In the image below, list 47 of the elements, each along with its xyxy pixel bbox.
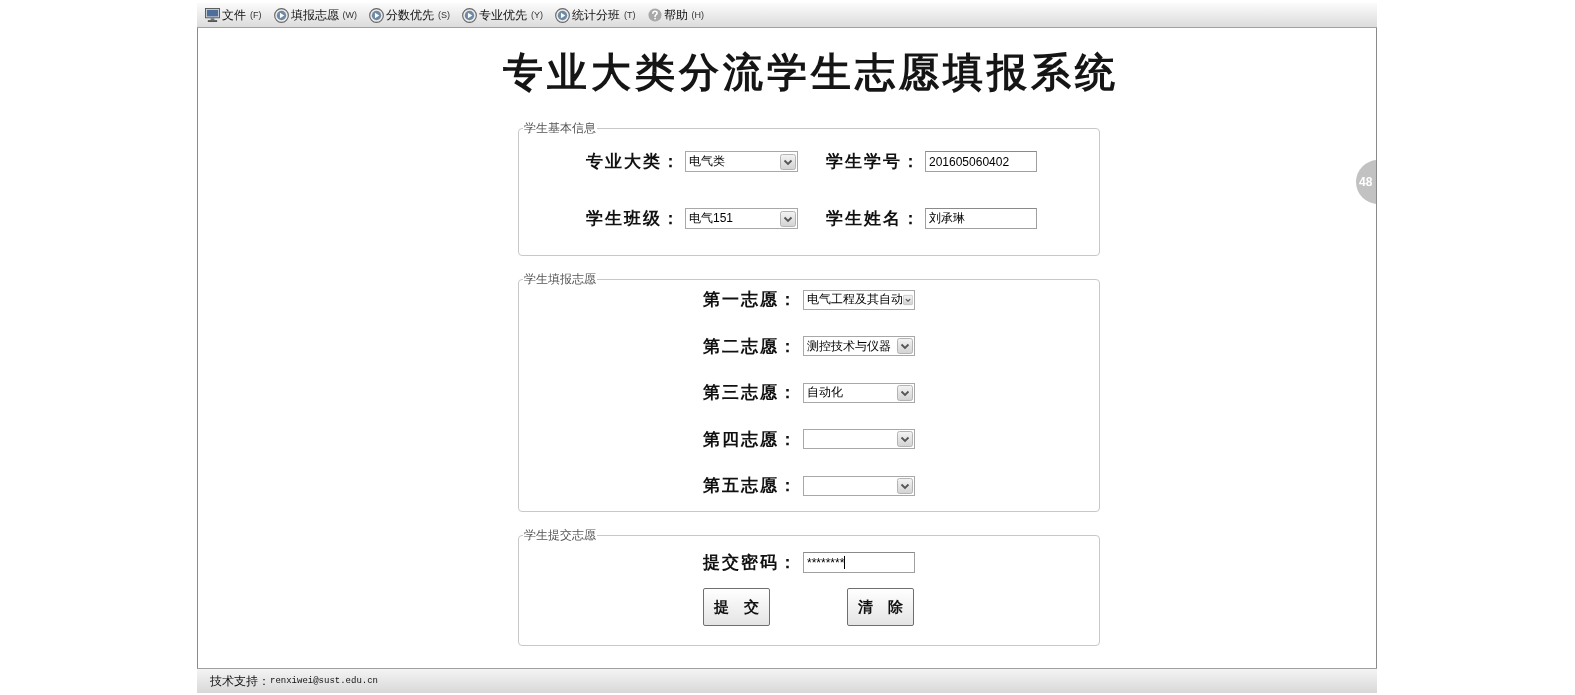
- play-circle-icon: [462, 7, 477, 23]
- menu-item[interactable]: 统计分班 (T): [555, 6, 636, 24]
- panel-legend: 学生提交志愿: [523, 528, 597, 542]
- submit-button[interactable]: 提 交: [703, 588, 770, 626]
- field-label: 学生班级：: [585, 208, 681, 229]
- menu-item[interactable]: 填报志愿 (W): [273, 6, 357, 24]
- choice-label: 第五志愿：: [702, 475, 798, 496]
- dropdown[interactable]: 电气类: [685, 151, 798, 172]
- help-icon: [647, 8, 662, 22]
- panel-legend: 学生基本信息: [523, 121, 597, 135]
- dropdown[interactable]: 电气151: [685, 208, 798, 229]
- count-badge: 48: [1356, 160, 1376, 204]
- dropdown[interactable]: 自动化: [803, 382, 915, 403]
- support-email: renxiwei@sust.edu.cn: [270, 676, 379, 686]
- choice-label: 第一志愿：: [702, 289, 798, 310]
- password-label: 提交密码：: [701, 552, 798, 573]
- page-title: 专业大类分流学生志愿填报系统: [502, 52, 1119, 94]
- chevron-down-icon: [780, 210, 796, 227]
- play-circle-icon: [273, 7, 289, 23]
- chevron-down-icon: [897, 384, 913, 401]
- menu-item[interactable]: 帮助 (H): [647, 6, 704, 24]
- input-field[interactable]: 刘承琳: [925, 208, 1037, 229]
- menu-item[interactable]: 文件 (F): [205, 6, 262, 24]
- status-label: 技术支持：: [210, 672, 270, 690]
- chevron-down-icon: [897, 431, 913, 447]
- dropdown[interactable]: [803, 429, 915, 449]
- choice-label: 第二志愿：: [702, 335, 798, 357]
- play-circle-icon: [369, 7, 384, 23]
- choice-label: 第三志愿：: [702, 382, 798, 403]
- dropdown[interactable]: [803, 475, 915, 496]
- password-field[interactable]: ********: [803, 552, 915, 573]
- field-label: 学生学号：: [825, 151, 921, 172]
- choice-label: 第四志愿：: [702, 428, 798, 450]
- dropdown[interactable]: 测控技术与仪器: [803, 336, 915, 356]
- panel-legend: 学生填报志愿: [523, 272, 597, 286]
- field-label: 专业大类：: [585, 151, 681, 172]
- clear-button[interactable]: 清 除: [847, 588, 914, 626]
- menu-item[interactable]: 分数优先 (S): [369, 6, 450, 24]
- field-label: 学生姓名：: [825, 208, 921, 229]
- chevron-down-icon: [780, 153, 796, 170]
- chevron-down-icon: [897, 477, 913, 494]
- play-circle-icon: [555, 7, 570, 23]
- menu-item[interactable]: 专业优先 (Y): [462, 6, 543, 24]
- computer-icon: [205, 8, 220, 22]
- input-field[interactable]: 201605060402: [925, 151, 1037, 172]
- chevron-down-icon: [897, 338, 913, 354]
- dropdown[interactable]: 电气工程及其自动: [803, 289, 915, 310]
